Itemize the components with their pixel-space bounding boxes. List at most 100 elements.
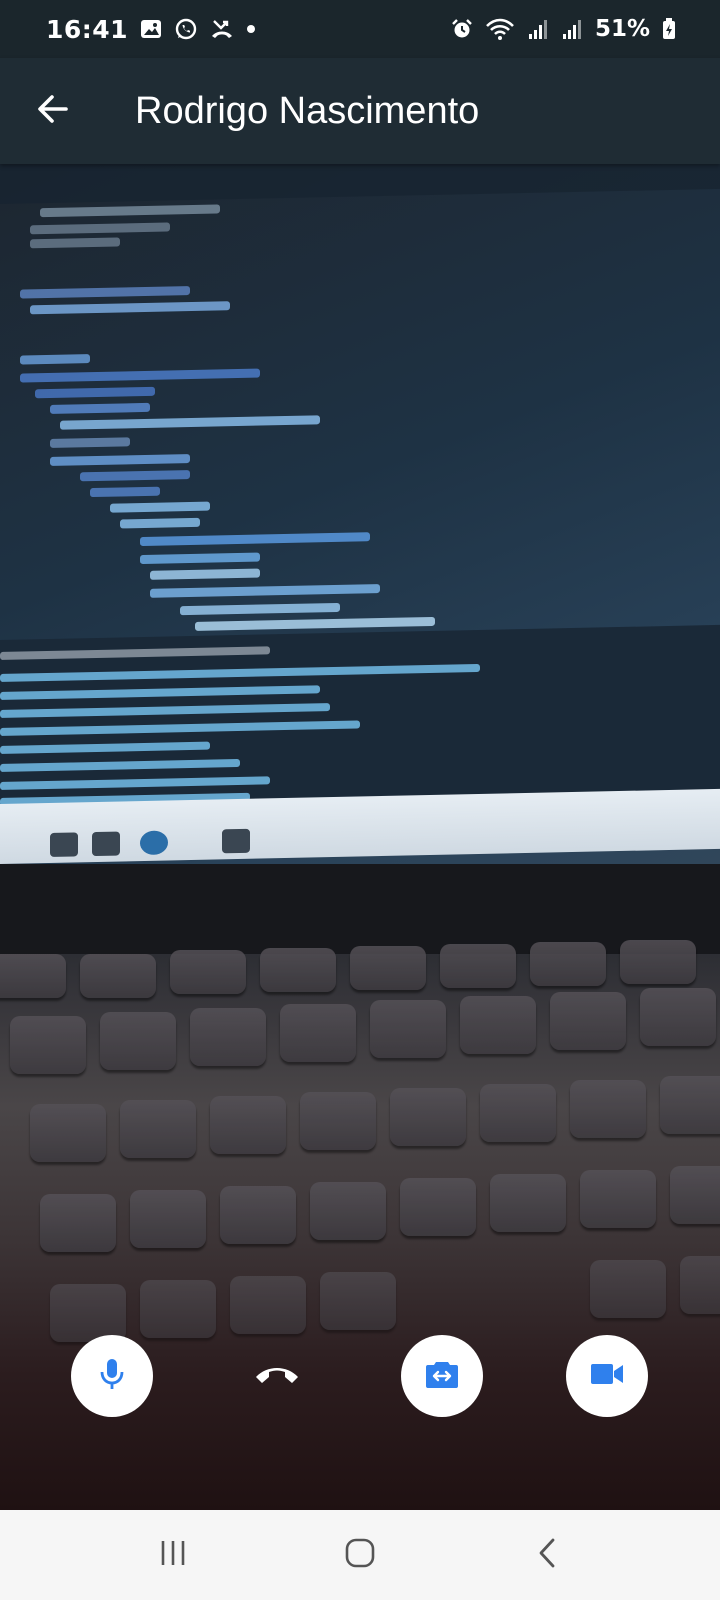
code-line: [20, 368, 260, 383]
signal-icon: [561, 18, 583, 40]
keyboard-key: [620, 940, 696, 984]
code-line: [60, 415, 320, 430]
keyboard-key: [10, 1016, 86, 1074]
editor-terminal: [0, 624, 720, 808]
mute-button[interactable]: [71, 1335, 153, 1417]
recents-button[interactable]: [133, 1525, 213, 1585]
keyboard-key: [480, 1084, 556, 1142]
contact-name: Rodrigo Nascimento: [135, 89, 480, 132]
code-line: [30, 222, 170, 235]
code-line: [30, 301, 230, 315]
keyboard-key: [580, 1170, 656, 1228]
arrow-back-icon: [36, 92, 70, 131]
keyboard-key: [370, 1000, 446, 1058]
end-call-button[interactable]: [236, 1335, 318, 1417]
code-line: [50, 437, 130, 448]
recents-icon: [158, 1538, 188, 1573]
keyboard-key: [680, 1256, 720, 1314]
code-line: [150, 584, 380, 598]
code-line: [110, 501, 210, 513]
terminal-line: [0, 685, 320, 700]
terminal-line: [0, 720, 360, 736]
keyboard-key: [660, 1076, 720, 1134]
code-line: [120, 517, 200, 529]
terminal-line: [0, 776, 270, 790]
keyboard-key: [50, 1284, 126, 1342]
code-line: [40, 204, 220, 218]
keyboard-key: [120, 1100, 196, 1158]
videocam-icon: [590, 1362, 624, 1391]
keyboard-key: [130, 1190, 206, 1248]
missed-call-icon: [210, 17, 234, 41]
laptop-keyboard: [0, 940, 720, 1394]
keyboard-key: [220, 1186, 296, 1244]
video-toggle-button[interactable]: [566, 1335, 648, 1417]
app-bar: Rodrigo Nascimento: [0, 58, 720, 164]
code-line: [50, 454, 190, 466]
nav-back-button[interactable]: [507, 1525, 587, 1585]
keyboard-key: [390, 1088, 466, 1146]
code-line: [195, 616, 435, 631]
taskbar-app: [92, 831, 120, 857]
keyboard-key: [440, 944, 516, 988]
keyboard-key: [350, 946, 426, 990]
keyboard-key: [490, 1174, 566, 1232]
keyboard-key: [320, 1272, 396, 1330]
battery-level: 51%: [594, 16, 650, 42]
keyboard-key: [230, 1276, 306, 1334]
keyboard-key: [40, 1194, 116, 1252]
keyboard-key: [590, 1260, 666, 1318]
signal-icon: [527, 18, 549, 40]
system-nav-bar: [0, 1510, 720, 1600]
status-right: 51%: [451, 16, 676, 42]
status-left: 16:41: [46, 15, 256, 44]
wifi-icon: [485, 17, 515, 41]
terminal-line: [0, 703, 330, 718]
taskbar-app: [50, 832, 78, 857]
clock: 16:41: [46, 14, 129, 44]
taskbar-app: [222, 828, 250, 854]
code-line: [90, 486, 160, 498]
dot-icon: [246, 24, 256, 34]
keyboard-key: [570, 1080, 646, 1138]
keyboard-key: [640, 988, 716, 1046]
keyboard-key: [260, 948, 336, 992]
taskbar-app: [140, 830, 168, 856]
keyboard-key: [460, 996, 536, 1054]
keyboard-key: [30, 1104, 106, 1162]
call-end-icon: [253, 1362, 301, 1391]
editor-tabbar: [0, 164, 720, 204]
home-icon: [344, 1537, 376, 1574]
keyboard-key: [530, 942, 606, 986]
keyboard-key: [210, 1096, 286, 1154]
code-line: [180, 602, 340, 616]
terminal-tabs: [0, 646, 270, 660]
remote-video: [0, 164, 720, 1510]
keyboard-key: [190, 1008, 266, 1066]
laptop-screen: [0, 164, 720, 884]
keyboard-key: [400, 1178, 476, 1236]
code-line: [20, 286, 190, 299]
keyboard-key: [80, 954, 156, 998]
keyboard-key: [280, 1004, 356, 1062]
gallery-icon: [140, 18, 162, 40]
keyboard-key: [670, 1166, 720, 1224]
switch-camera-button[interactable]: [401, 1335, 483, 1417]
battery-icon: [662, 18, 676, 40]
home-button[interactable]: [320, 1525, 400, 1585]
terminal-line: [0, 741, 210, 754]
keyboard-key: [140, 1280, 216, 1338]
laptop-bezel: [0, 864, 720, 954]
keyboard-key: [100, 1012, 176, 1070]
terminal-line: [0, 663, 480, 682]
back-button[interactable]: [25, 83, 81, 139]
alarm-icon: [451, 18, 473, 40]
code-line: [150, 568, 260, 580]
status-bar: 16:41 51%: [0, 0, 720, 58]
keyboard-key: [300, 1092, 376, 1150]
code-line: [30, 237, 120, 249]
code-line: [140, 532, 370, 547]
terminal-line: [0, 758, 240, 772]
code-line: [140, 552, 260, 565]
microphone-icon: [97, 1357, 127, 1396]
